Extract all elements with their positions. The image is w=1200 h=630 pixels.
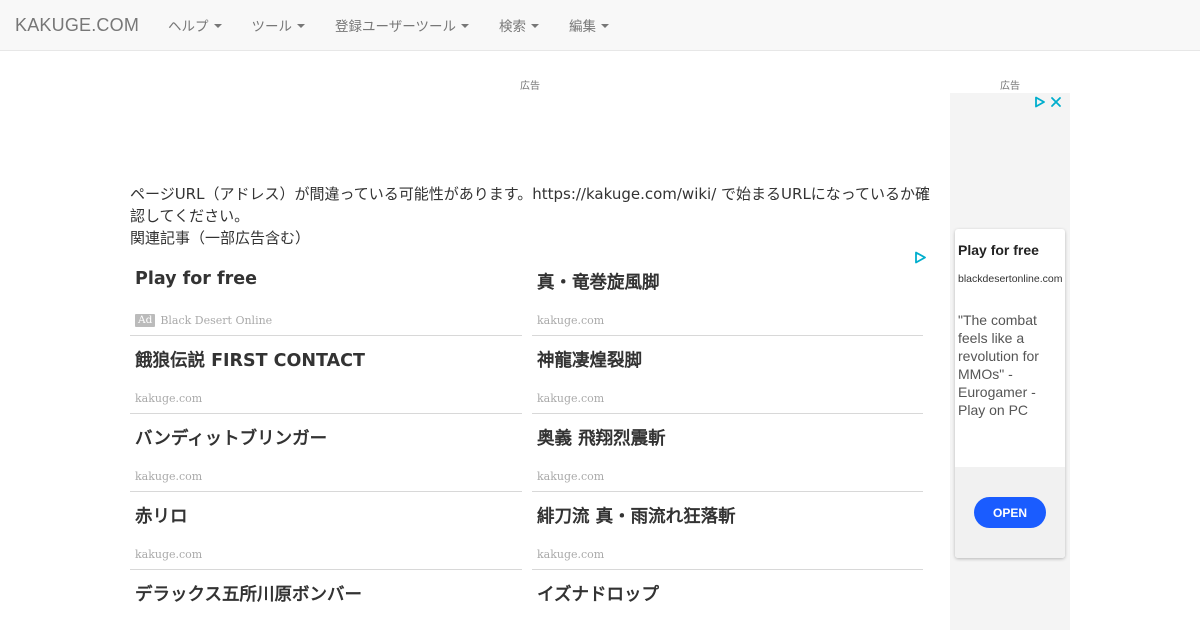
ad-controls xyxy=(1034,96,1062,108)
sidebar-ad[interactable]: Play for free blackdesertonline.com "The… xyxy=(950,93,1070,630)
nav-menu-label: 検索 xyxy=(499,19,526,35)
caret-down-icon xyxy=(531,24,539,28)
caret-down-icon xyxy=(213,24,222,28)
nav-menu-label: ツール xyxy=(251,19,293,35)
related-item-source: Ad Black Desert Online xyxy=(135,314,272,327)
related-item[interactable]: 神龍凄煌裂脚 kakuge.com xyxy=(532,336,923,414)
related-articles-heading: 関連記事（一部広告含む） xyxy=(130,229,311,247)
nav-menu-edit[interactable]: 編集 xyxy=(554,0,624,50)
sidebar-ad-headline: Play for free xyxy=(958,242,1039,258)
related-item-source-text: Black Desert Online xyxy=(160,314,273,327)
ad-label-main: 広告 xyxy=(520,81,540,92)
related-item[interactable]: イズナドロップ xyxy=(532,570,923,630)
caret-down-icon xyxy=(297,24,306,28)
related-item-source: kakuge.com xyxy=(135,548,203,561)
related-item[interactable]: 餓狼伝説 FIRST CONTACT kakuge.com xyxy=(130,336,522,414)
nav-menu-label: ヘルプ xyxy=(168,19,209,35)
related-item[interactable]: 緋刀流 真・雨流れ狂落斬 kakuge.com xyxy=(532,492,923,570)
related-item-title: 奥義 飛翔烈震斬 xyxy=(537,429,666,449)
open-button[interactable]: OPEN xyxy=(974,497,1046,528)
related-item-title: 緋刀流 真・雨流れ狂落斬 xyxy=(537,507,736,527)
ad-label-sidebar: 広告 xyxy=(1000,81,1020,92)
ad-badge: Ad xyxy=(135,314,156,327)
related-item-title: 赤リロ xyxy=(135,507,188,527)
nav-menu-tools[interactable]: ツール xyxy=(237,0,321,50)
caret-down-icon xyxy=(601,24,609,28)
related-item-source: kakuge.com xyxy=(537,548,605,561)
nav-menu-help[interactable]: ヘルプ xyxy=(153,0,237,50)
related-item[interactable]: デラックス五所川原ボンバー xyxy=(130,570,522,630)
nav-menu-label: 編集 xyxy=(569,19,596,35)
related-item-title: バンディットブリンガー xyxy=(135,429,328,449)
related-item-title: イズナドロップ xyxy=(537,585,659,605)
brand-link[interactable]: KAKUGE.COM xyxy=(15,15,139,36)
nav-menu-label: 登録ユーザーツール xyxy=(335,19,456,35)
related-item[interactable]: 奥義 飛翔烈震斬 kakuge.com xyxy=(532,414,923,492)
related-item[interactable]: バンディットブリンガー kakuge.com xyxy=(130,414,522,492)
related-item[interactable]: 真・竜巻旋風脚 kakuge.com xyxy=(532,258,923,336)
related-item-title: デラックス五所川原ボンバー xyxy=(135,585,362,605)
navbar: KAKUGE.COM ヘルプ ツール 登録ユーザーツール 検索 編集 xyxy=(0,0,1200,51)
url-notice-text: ページURL（アドレス）が間違っている可能性があります。https://kaku… xyxy=(130,185,931,225)
sidebar-ad-body: "The combat feels like a revolution for … xyxy=(958,312,1039,418)
related-item[interactable]: 赤リロ kakuge.com xyxy=(130,492,522,570)
sidebar-ad-card[interactable]: Play for free blackdesertonline.com "The… xyxy=(955,229,1065,558)
close-x-icon[interactable] xyxy=(1050,96,1062,108)
related-item-ad[interactable]: Play for free Ad Black Desert Online xyxy=(130,258,522,336)
sidebar-ad-footer: OPEN xyxy=(955,467,1065,558)
related-item-source: kakuge.com xyxy=(537,314,605,327)
related-item-source: kakuge.com xyxy=(135,470,203,483)
related-item-source: kakuge.com xyxy=(135,392,203,405)
related-item-title: 神龍凄煌裂脚 xyxy=(537,351,642,371)
caret-down-icon xyxy=(461,24,469,28)
related-item-title: Play for free xyxy=(135,269,257,289)
adchoices-icon[interactable] xyxy=(1034,96,1046,108)
related-item-title: 餓狼伝説 FIRST CONTACT xyxy=(135,351,365,371)
related-item-source: kakuge.com xyxy=(537,392,605,405)
sidebar-ad-domain: blackdesertonline.com xyxy=(958,273,1063,285)
related-item-source: kakuge.com xyxy=(537,470,605,483)
nav-menu-user-tools[interactable]: 登録ユーザーツール xyxy=(320,0,484,50)
nav-menu-search[interactable]: 検索 xyxy=(484,0,554,50)
related-item-title: 真・竜巻旋風脚 xyxy=(537,273,660,293)
